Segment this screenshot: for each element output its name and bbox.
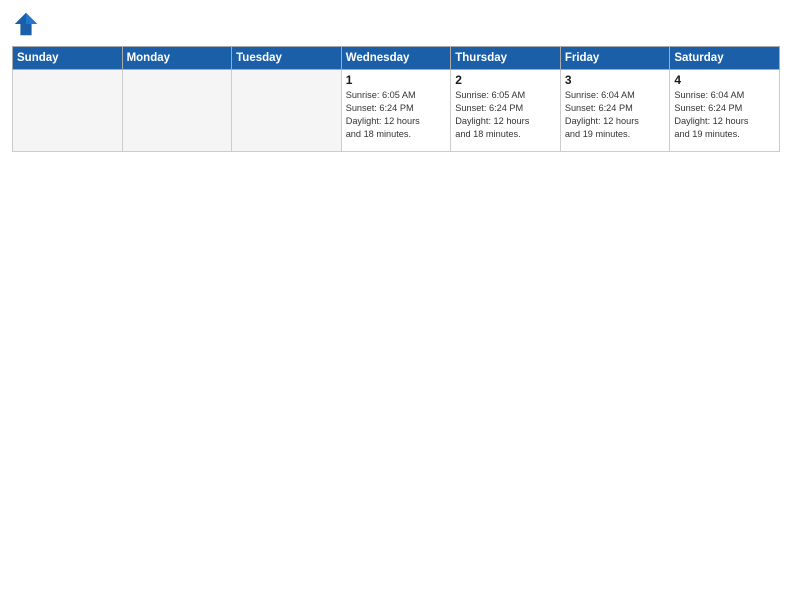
day-cell [122, 70, 232, 152]
weekday-header-wednesday: Wednesday [341, 47, 451, 70]
day-number: 3 [565, 73, 666, 87]
day-cell: 1 Sunrise: 6:05 AMSunset: 6:24 PMDaylight… [341, 70, 451, 152]
day-number: 2 [455, 73, 556, 87]
day-info: Sunrise: 6:04 AMSunset: 6:24 PMDaylight:… [674, 89, 775, 141]
header [12, 10, 780, 38]
day-cell: 3 Sunrise: 6:04 AMSunset: 6:24 PMDaylight… [560, 70, 670, 152]
weekday-header-monday: Monday [122, 47, 232, 70]
weekday-header-thursday: Thursday [451, 47, 561, 70]
weekday-header-tuesday: Tuesday [232, 47, 342, 70]
day-cell: 2 Sunrise: 6:05 AMSunset: 6:24 PMDaylight… [451, 70, 561, 152]
day-cell [232, 70, 342, 152]
day-number: 4 [674, 73, 775, 87]
day-number: 1 [346, 73, 447, 87]
day-info: Sunrise: 6:05 AMSunset: 6:24 PMDaylight:… [455, 89, 556, 141]
day-info: Sunrise: 6:04 AMSunset: 6:24 PMDaylight:… [565, 89, 666, 141]
page: SundayMondayTuesdayWednesdayThursdayFrid… [0, 0, 792, 612]
weekday-header-sunday: Sunday [13, 47, 123, 70]
logo-icon [12, 10, 40, 38]
day-info: Sunrise: 6:05 AMSunset: 6:24 PMDaylight:… [346, 89, 447, 141]
day-cell [13, 70, 123, 152]
logo [12, 10, 44, 38]
weekday-header-row: SundayMondayTuesdayWednesdayThursdayFrid… [13, 47, 780, 70]
weekday-header-friday: Friday [560, 47, 670, 70]
weekday-header-saturday: Saturday [670, 47, 780, 70]
week-row-1: 1 Sunrise: 6:05 AMSunset: 6:24 PMDaylight… [13, 70, 780, 152]
calendar: SundayMondayTuesdayWednesdayThursdayFrid… [12, 46, 780, 152]
day-cell: 4 Sunrise: 6:04 AMSunset: 6:24 PMDaylight… [670, 70, 780, 152]
